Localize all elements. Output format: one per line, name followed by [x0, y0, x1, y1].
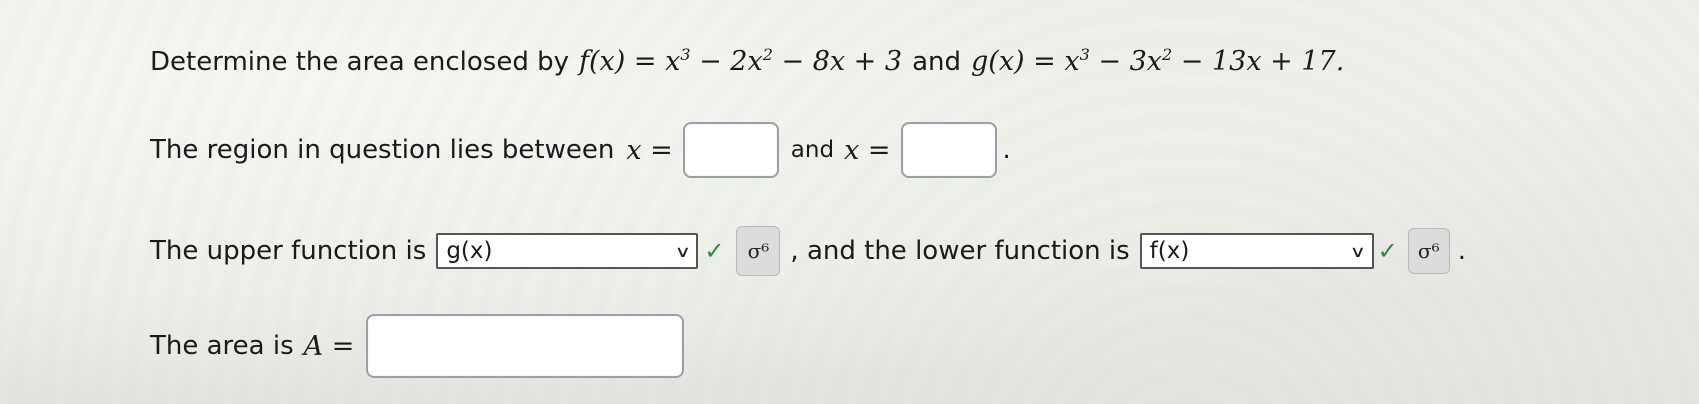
f-exp2: 2 — [762, 45, 773, 64]
bounds-var-2: x = — [844, 134, 891, 166]
upper-function-value: g(x) — [446, 238, 493, 264]
area-var: A = — [303, 330, 355, 362]
upper-bound-input[interactable] — [900, 122, 997, 178]
sigma-hint-icon[interactable]: σ⁶ — [1407, 228, 1450, 274]
bounds-text: The region in question lies between — [150, 135, 615, 165]
g-function: g(x) = x3 − 3x2 − 13x + 17. — [971, 46, 1344, 77]
f-def: f(x) = x — [579, 46, 681, 77]
sigma-hint-icon[interactable]: σ⁶ — [736, 226, 781, 276]
chevron-down-icon: ∨ — [1349, 241, 1366, 261]
upper-function-select[interactable]: g(x) ∨ — [436, 233, 699, 269]
bounds-row: The region in question lies between x = … — [150, 122, 1011, 178]
f-tail: − 8x + 3 — [772, 46, 903, 77]
lower-function-value: f(x) — [1149, 238, 1190, 264]
bounds-and: and — [790, 137, 835, 163]
lower-function-text: , and the lower function is — [790, 236, 1130, 266]
lower-bound-input[interactable] — [682, 122, 779, 178]
g-exp1: 3 — [1079, 45, 1090, 64]
functions-period: . — [1457, 236, 1467, 266]
problem-and: and — [912, 46, 961, 77]
functions-row: The upper function is g(x) ∨ ✓ σ⁶ , and … — [150, 226, 1466, 276]
area-input[interactable] — [366, 314, 685, 378]
problem-prefix: Determine the area enclosed by — [150, 46, 570, 77]
g-def: g(x) = x — [971, 46, 1080, 77]
problem-statement: Determine the area enclosed by f(x) = x3… — [150, 46, 1344, 77]
area-row: The area is A = — [150, 314, 685, 378]
upper-function-text: The upper function is — [150, 236, 427, 266]
g-tail: − 13x + 17. — [1172, 46, 1345, 77]
g-mid: − 3x — [1089, 46, 1162, 77]
checkmark-icon: ✓ — [704, 237, 725, 265]
f-mid: − 2x — [690, 46, 763, 77]
f-exp1: 3 — [680, 45, 691, 64]
bounds-var-1: x = — [626, 134, 673, 166]
chevron-down-icon: ∨ — [674, 241, 691, 261]
f-function: f(x) = x3 − 2x2 − 8x + 3 — [579, 46, 902, 77]
g-exp2: 2 — [1161, 45, 1173, 64]
checkmark-icon: ✓ — [1377, 237, 1398, 265]
area-text: The area is — [150, 331, 294, 361]
lower-function-select[interactable]: f(x) ∨ — [1139, 233, 1374, 269]
bounds-period: . — [1002, 135, 1011, 165]
